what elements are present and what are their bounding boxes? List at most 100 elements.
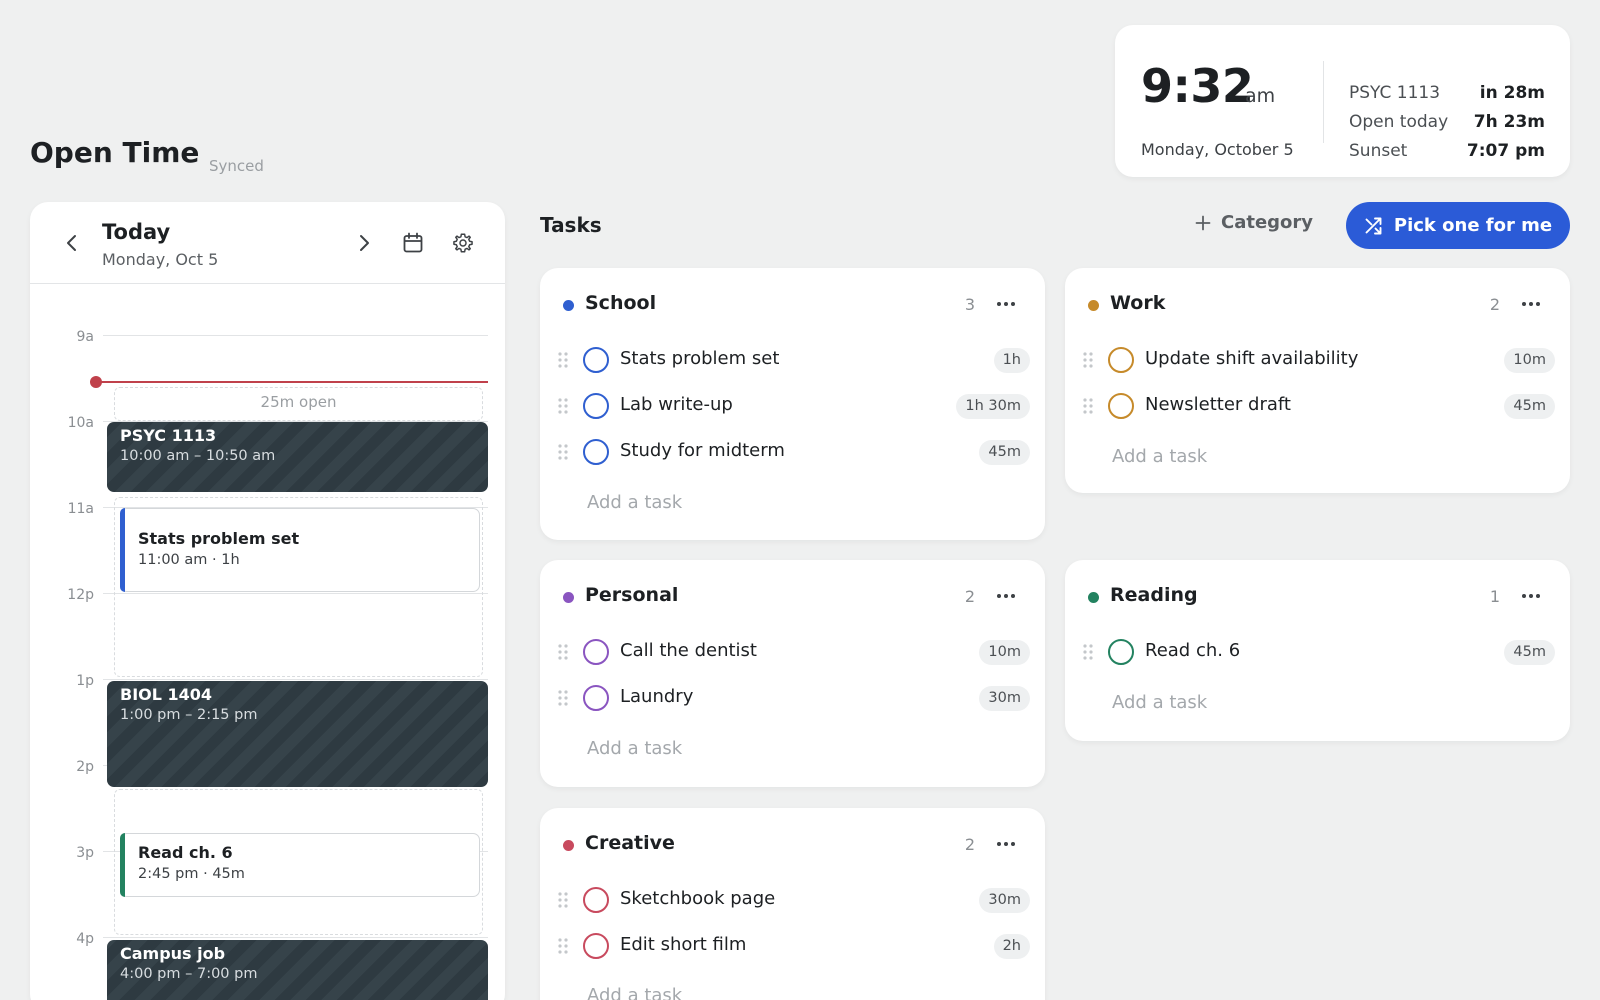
- task-name: Laundry: [620, 686, 694, 707]
- task-name: Read ch. 6: [1145, 640, 1241, 661]
- task-row[interactable]: Sketchbook page 30m: [540, 885, 1045, 915]
- busy-event[interactable]: Campus job 4:00 pm – 7:00 pm: [107, 940, 488, 1000]
- task-duration: 45m: [979, 440, 1030, 465]
- add-category-button[interactable]: Category: [1195, 212, 1313, 233]
- more-icon[interactable]: [1520, 586, 1542, 606]
- more-icon[interactable]: [995, 294, 1017, 314]
- task-checkbox[interactable]: [1108, 639, 1134, 665]
- task-name: Study for midterm: [620, 440, 785, 461]
- task-row[interactable]: Laundry 30m: [540, 683, 1045, 713]
- scheduled-task[interactable]: Stats problem set 11:00 am · 1h: [120, 508, 480, 592]
- add-task-input[interactable]: Add a task: [587, 492, 682, 513]
- task-row[interactable]: Stats problem set 1h: [540, 345, 1045, 375]
- chevron-left-icon[interactable]: [62, 232, 82, 254]
- add-task-input[interactable]: Add a task: [587, 985, 682, 1000]
- busy-event[interactable]: BIOL 1404 1:00 pm – 2:15 pm: [107, 681, 488, 787]
- current-time: 9:32: [1141, 59, 1254, 113]
- task-checkbox[interactable]: [1108, 393, 1134, 419]
- drag-handle-icon[interactable]: [557, 643, 569, 661]
- calendar-panel: Today Monday, Oct 5 9a 10a 11a 12p 1p 2p…: [30, 202, 505, 1000]
- category-color-dot: [1088, 300, 1099, 311]
- task-checkbox[interactable]: [583, 439, 609, 465]
- hour-label: 3p: [76, 845, 94, 861]
- category-card-personal: Personal 2 Call the dentist 10m Laundry …: [540, 560, 1045, 787]
- pick-one-label: Pick one for me: [1393, 215, 1553, 236]
- scheduled-task-meta: 2:45 pm · 45m: [138, 866, 245, 882]
- calendar-icon[interactable]: [402, 232, 424, 254]
- scheduled-task[interactable]: Read ch. 6 2:45 pm · 45m: [120, 833, 480, 897]
- category-color-dot: [1088, 592, 1099, 603]
- clock-row-label: Open today: [1349, 112, 1449, 132]
- task-checkbox[interactable]: [583, 887, 609, 913]
- busy-event[interactable]: PSYC 1113 10:00 am – 10:50 am: [107, 422, 488, 492]
- category-card-work: Work 2 Update shift availability 10m New…: [1065, 268, 1570, 493]
- hour-label: 2p: [76, 759, 94, 775]
- task-checkbox[interactable]: [583, 347, 609, 373]
- task-checkbox[interactable]: [583, 685, 609, 711]
- task-row[interactable]: Edit short film 2h: [540, 931, 1045, 961]
- event-title: Campus job: [120, 944, 226, 963]
- category-color-dot: [563, 840, 574, 851]
- app-title: Open Time: [30, 136, 200, 169]
- category-card-reading: Reading 1 Read ch. 6 45m Add a task: [1065, 560, 1570, 741]
- drag-handle-icon[interactable]: [557, 397, 569, 415]
- drag-handle-icon[interactable]: [557, 891, 569, 909]
- current-ampm: am: [1245, 85, 1276, 107]
- clock-divider: [1323, 61, 1324, 143]
- task-checkbox[interactable]: [583, 639, 609, 665]
- task-duration: 1h: [993, 348, 1030, 373]
- event-time: 1:00 pm – 2:15 pm: [120, 707, 258, 723]
- calendar-day-date: Monday, Oct 5: [102, 250, 219, 269]
- category-name: School: [585, 292, 657, 314]
- scheduled-task-title: Stats problem set: [138, 529, 300, 548]
- more-icon[interactable]: [1520, 294, 1542, 314]
- task-row[interactable]: Call the dentist 10m: [540, 637, 1045, 667]
- task-row[interactable]: Newsletter draft 45m: [1065, 391, 1570, 421]
- event-time: 10:00 am – 10:50 am: [120, 448, 276, 464]
- clock-row-next-event: PSYC 1113 in 28m: [1349, 83, 1545, 103]
- add-task-input[interactable]: Add a task: [1112, 446, 1207, 467]
- hour-label: 1p: [76, 673, 94, 689]
- drag-handle-icon[interactable]: [1082, 643, 1094, 661]
- category-count: 2: [964, 835, 975, 854]
- chevron-right-icon[interactable]: [354, 232, 374, 254]
- category-count: 2: [1489, 295, 1500, 314]
- task-checkbox[interactable]: [1108, 347, 1134, 373]
- scheduled-task-title: Read ch. 6: [138, 843, 233, 862]
- drag-handle-icon[interactable]: [557, 689, 569, 707]
- hour-label: 11a: [67, 501, 94, 517]
- open-slot-label: 25m open: [260, 393, 337, 411]
- drag-handle-icon[interactable]: [557, 351, 569, 369]
- add-task-input[interactable]: Add a task: [587, 738, 682, 759]
- task-row[interactable]: Lab write-up 1h 30m: [540, 391, 1045, 421]
- open-time-slot[interactable]: 25m open: [114, 387, 483, 421]
- drag-handle-icon[interactable]: [1082, 397, 1094, 415]
- category-accent: [120, 508, 125, 592]
- category-accent: [120, 833, 125, 897]
- add-task-input[interactable]: Add a task: [1112, 692, 1207, 713]
- category-name: Work: [1110, 292, 1166, 314]
- task-row[interactable]: Study for midterm 45m: [540, 437, 1045, 467]
- add-category-label: Category: [1221, 212, 1314, 233]
- drag-handle-icon[interactable]: [557, 443, 569, 461]
- more-icon[interactable]: [995, 586, 1017, 606]
- clock-row-label: PSYC 1113: [1349, 83, 1441, 103]
- pick-one-button[interactable]: Pick one for me: [1346, 202, 1570, 249]
- task-checkbox[interactable]: [583, 933, 609, 959]
- gear-icon[interactable]: [452, 232, 474, 254]
- category-card-creative: Creative 2 Sketchbook page 30m Edit shor…: [540, 808, 1045, 1000]
- event-time: 4:00 pm – 7:00 pm: [120, 966, 258, 982]
- task-row[interactable]: Update shift availability 10m: [1065, 345, 1570, 375]
- category-color-dot: [563, 592, 574, 603]
- drag-handle-icon[interactable]: [557, 937, 569, 955]
- calendar-day-title: Today: [102, 220, 171, 244]
- task-name: Lab write-up: [620, 394, 733, 415]
- category-count: 2: [964, 587, 975, 606]
- hour-line: [103, 335, 488, 336]
- task-row[interactable]: Read ch. 6 45m: [1065, 637, 1570, 667]
- task-name: Update shift availability: [1145, 348, 1359, 369]
- hour-line: [103, 679, 488, 680]
- drag-handle-icon[interactable]: [1082, 351, 1094, 369]
- more-icon[interactable]: [995, 834, 1017, 854]
- task-checkbox[interactable]: [583, 393, 609, 419]
